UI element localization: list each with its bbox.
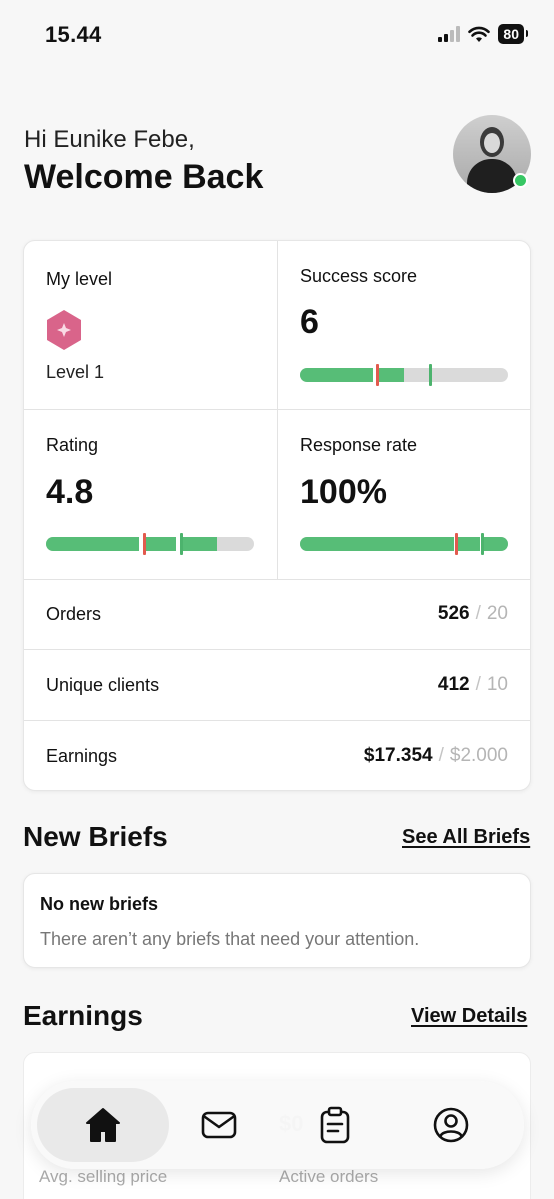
status-icons: 80 — [438, 24, 528, 44]
unique-clients-count: 412 — [437, 674, 470, 695]
success-score-bar — [300, 368, 508, 382]
divider — [24, 409, 530, 410]
new-briefs-title: New Briefs — [23, 821, 168, 852]
mail-icon[interactable] — [199, 1105, 239, 1145]
no-briefs-title: No new briefs — [40, 894, 159, 914]
success-score-value: 6 — [300, 303, 319, 341]
response-rate-marker-red — [455, 533, 458, 555]
active-orders-label: Active orders — [279, 1167, 379, 1186]
orders-label: Orders — [46, 604, 102, 624]
home-icon — [86, 1108, 120, 1142]
wifi-icon — [468, 26, 491, 42]
rating-bar-fill — [46, 537, 217, 551]
orders-target: 20 — [486, 603, 508, 624]
divider — [24, 649, 530, 650]
avg-selling-price-label: Avg. selling price — [39, 1167, 168, 1186]
rating-label: Rating — [46, 435, 99, 455]
battery-icon: 80 — [498, 24, 528, 44]
level-value: Level 1 — [46, 362, 105, 382]
response-rate-bar — [300, 537, 508, 551]
earnings-label: Earnings — [46, 746, 118, 766]
see-all-briefs-link[interactable]: See All Briefs — [402, 826, 530, 849]
divider — [24, 720, 530, 721]
page-title: Welcome Back — [24, 158, 264, 196]
rating-marker-red — [143, 533, 146, 555]
no-briefs-description: There aren’t any briefs that need your a… — [40, 929, 420, 949]
divider — [24, 579, 530, 580]
response-rate-marker-green — [481, 533, 484, 555]
unique-clients-target: 10 — [486, 674, 508, 695]
rating-value: 4.8 — [46, 473, 94, 511]
level-badge-icon — [47, 310, 81, 350]
stats-card: My level Level 1 Success score 6 Rating … — [23, 240, 531, 791]
success-score-bar-fill — [300, 368, 404, 382]
status-bar: 15.44 80 — [0, 0, 554, 70]
signal-icon — [438, 26, 461, 42]
response-rate-bar-fill — [300, 537, 508, 551]
clipboard-icon[interactable] — [315, 1105, 355, 1145]
response-rate-value: 100% — [300, 473, 387, 511]
success-score-marker-green — [429, 364, 432, 386]
avatar-button[interactable] — [453, 115, 531, 193]
earnings-amount: $17.354 — [363, 745, 433, 766]
orders-count: 526 — [437, 603, 470, 624]
my-level-label: My level — [46, 269, 113, 289]
earnings-value: $17.354/$2.000 — [363, 745, 508, 766]
profile-icon[interactable] — [431, 1105, 471, 1145]
orders-value: 526/20 — [437, 603, 508, 624]
bottom-nav — [31, 1081, 524, 1169]
unique-clients-label: Unique clients — [46, 675, 160, 695]
online-status-dot — [513, 173, 528, 188]
nav-home-button[interactable] — [37, 1088, 169, 1162]
success-score-marker-red — [376, 364, 379, 386]
status-time: 15.44 — [45, 22, 102, 47]
rating-bar — [46, 537, 254, 551]
divider — [277, 241, 278, 579]
greeting-text: Hi Eunike Febe, — [24, 126, 195, 153]
briefs-card: No new briefs There aren’t any briefs th… — [23, 873, 531, 968]
view-details-link[interactable]: View Details — [411, 1005, 527, 1028]
success-score-label: Success score — [300, 266, 418, 286]
earnings-title: Earnings — [23, 1000, 143, 1031]
unique-clients-value: 412/10 — [437, 674, 508, 695]
response-rate-label: Response rate — [300, 435, 418, 455]
earnings-target: $2.000 — [449, 745, 508, 766]
rating-marker-green — [180, 533, 183, 555]
